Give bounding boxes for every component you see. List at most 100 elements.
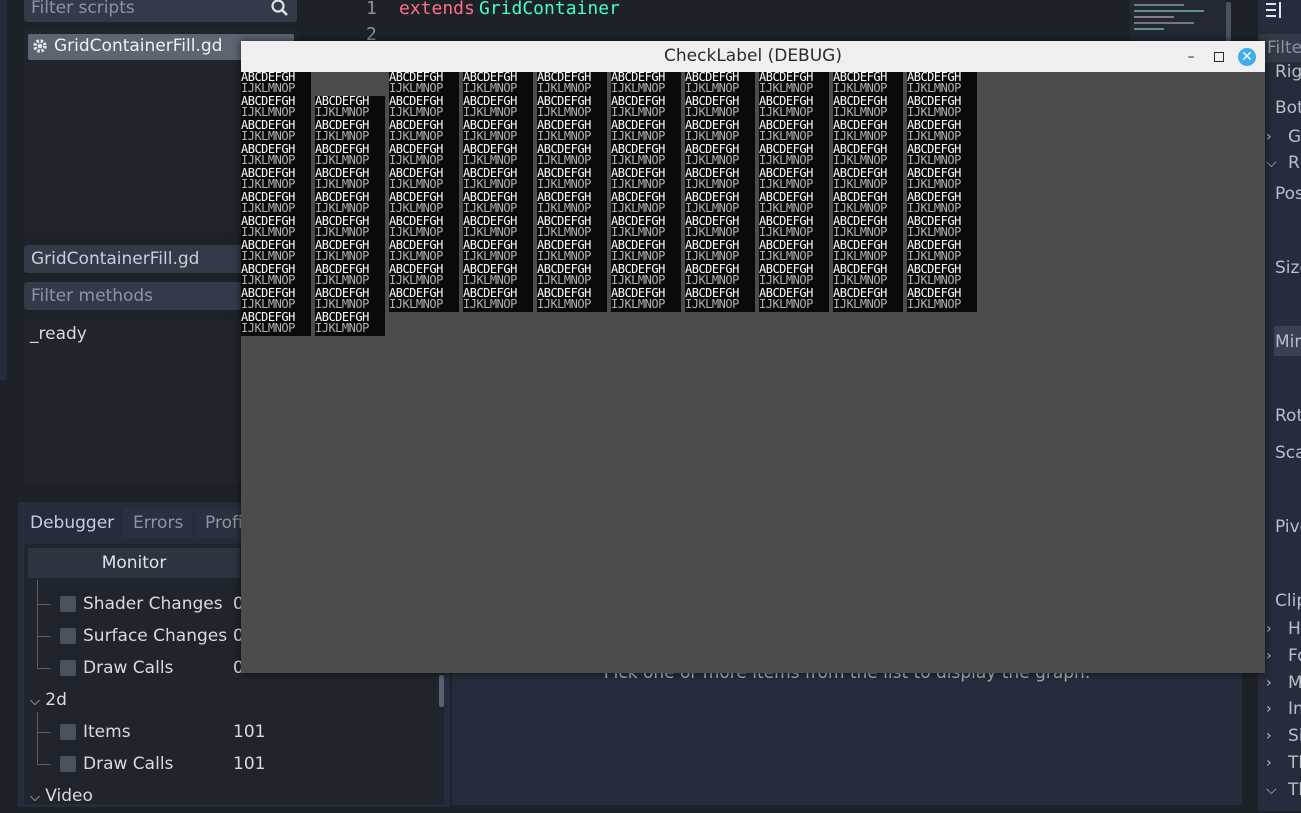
cell-text-line: IJKLMNOP <box>463 81 517 95</box>
cell-text-line: IJKLMNOP <box>833 297 887 311</box>
check-label-cell: ABCDEFGH IJKLMNOP <box>463 96 533 120</box>
check-label-cell: ABCDEFGH IJKLMNOP <box>315 96 385 120</box>
cell-text-line: IJKLMNOP <box>537 273 591 287</box>
check-label-cell: ABCDEFGH IJKLMNOP <box>241 312 311 336</box>
check-label-cell: ABCDEFGH IJKLMNOP <box>389 168 459 192</box>
checkbox[interactable] <box>60 756 76 772</box>
monitor-label: Draw Calls <box>83 658 174 678</box>
inspector-label-pivot: Pive <box>1275 517 1301 537</box>
check-label-cell: ABCDEFGH IJKLMNOP <box>315 144 385 168</box>
filter-scripts-placeholder: Filter scripts <box>31 0 135 18</box>
inspector-section-si[interactable]: Si <box>1288 726 1301 746</box>
check-label-cell: ABCDEFGH IJKLMNOP <box>833 168 903 192</box>
cell-text-line: IJKLMNOP <box>463 201 517 215</box>
cell-text-line: IJKLMNOP <box>611 105 665 119</box>
inspector-section-r[interactable]: R <box>1288 153 1300 173</box>
check-label-cell: ABCDEFGH IJKLMNOP <box>685 120 755 144</box>
cell-text-line: IJKLMNOP <box>315 249 369 263</box>
checkbox[interactable] <box>60 628 76 644</box>
checkbox[interactable] <box>60 660 76 676</box>
check-label-cell: ABCDEFGH IJKLMNOP <box>389 96 459 120</box>
checkbox[interactable] <box>60 724 76 740</box>
cell-text-line: IJKLMNOP <box>759 273 813 287</box>
inspector-section-h[interactable]: H <box>1288 619 1301 639</box>
filter-scripts-input[interactable]: Filter scripts <box>24 0 297 22</box>
check-label-cell: ABCDEFGH IJKLMNOP <box>389 240 459 264</box>
cell-text-line: IJKLMNOP <box>537 201 591 215</box>
inspector-section-g[interactable]: G <box>1288 127 1301 147</box>
monitor-row-2d-draw-calls[interactable]: Draw Calls 101 <box>60 749 270 779</box>
monitor-row-shader-changes[interactable]: Shader Changes 0 <box>60 589 260 619</box>
monitor-value: 101 <box>233 754 266 774</box>
check-label-cell: ABCDEFGH IJKLMNOP <box>685 216 755 240</box>
check-label-cell: ABCDEFGH IJKLMNOP <box>241 120 311 144</box>
editor-scrollbar[interactable] <box>1226 2 1231 42</box>
chevron-right-icon[interactable]: › <box>1266 621 1272 637</box>
maximize-button[interactable] <box>1210 48 1228 66</box>
monitor-row-2d-items[interactable]: Items 101 <box>60 717 270 747</box>
inspector-section-in[interactable]: In <box>1288 699 1301 719</box>
check-label-cell: ABCDEFGH IJKLMNOP <box>537 216 607 240</box>
chevron-right-icon[interactable]: › <box>1266 728 1272 744</box>
checkbox[interactable] <box>60 596 76 612</box>
inspector-section-fo[interactable]: Fo <box>1288 646 1301 666</box>
close-button[interactable]: ✕ <box>1238 48 1256 66</box>
inspector-section-th[interactable]: Th <box>1288 753 1301 773</box>
check-label-cell: ABCDEFGH IJKLMNOP <box>537 192 607 216</box>
check-label-cell: ABCDEFGH IJKLMNOP <box>759 144 829 168</box>
cell-text-line: IJKLMNOP <box>537 297 591 311</box>
cell-text-line: IJKLMNOP <box>685 153 739 167</box>
cell-text-line: IJKLMNOP <box>759 105 813 119</box>
chevron-down-icon[interactable]: ⌵ <box>1266 155 1277 171</box>
chevron-right-icon[interactable]: › <box>1266 755 1272 771</box>
window-titlebar[interactable]: CheckLabel (DEBUG) – ✕ <box>241 41 1265 72</box>
cell-text-line: IJKLMNOP <box>463 153 517 167</box>
gear-icon <box>31 37 49 55</box>
check-label-cell: ABCDEFGH IJKLMNOP <box>907 192 977 216</box>
cell-text-line: IJKLMNOP <box>685 105 739 119</box>
cell-text-line: IJKLMNOP <box>833 105 887 119</box>
tab-errors[interactable]: Errors <box>123 508 194 538</box>
check-label-cell: ABCDEFGH IJKLMNOP <box>389 120 459 144</box>
cell-text-line: IJKLMNOP <box>389 81 443 95</box>
maximize-icon <box>1214 52 1224 62</box>
inspector-toolbar-icon[interactable] <box>1264 0 1284 20</box>
search-icon[interactable] <box>270 0 290 18</box>
check-label-cell: ABCDEFGH IJKLMNOP <box>463 168 533 192</box>
cell-text-line: IJKLMNOP <box>759 153 813 167</box>
monitor-label: Surface Changes <box>83 626 228 646</box>
inspector-section-m[interactable]: M <box>1288 673 1301 693</box>
monitor-group-2d[interactable]: ⌵ 2d <box>30 685 67 715</box>
tab-debugger[interactable]: Debugger <box>20 508 125 538</box>
inspector-section-th-2[interactable]: Th <box>1288 780 1301 800</box>
chevron-down-icon[interactable]: ⌵ <box>1266 782 1277 798</box>
chevron-right-icon[interactable]: › <box>1266 648 1272 664</box>
chevron-down-icon: ⌵ <box>30 790 40 805</box>
check-label-cell: ABCDEFGH IJKLMNOP <box>389 288 459 312</box>
check-label-cell: ABCDEFGH IJKLMNOP <box>833 120 903 144</box>
monitor-scrollbar[interactable] <box>439 675 444 707</box>
cell-text-line: IJKLMNOP <box>611 177 665 191</box>
code-minimap <box>1130 0 1226 42</box>
check-label-cell: ABCDEFGH IJKLMNOP <box>463 72 533 96</box>
check-label-cell: ABCDEFGH IJKLMNOP <box>315 240 385 264</box>
minimize-button[interactable]: – <box>1182 48 1200 66</box>
cell-text-line: IJKLMNOP <box>833 177 887 191</box>
cell-text-line: IJKLMNOP <box>833 129 887 143</box>
chevron-right-icon[interactable]: › <box>1266 675 1272 691</box>
cell-text-line: IJKLMNOP <box>537 225 591 239</box>
check-label-cell: ABCDEFGH IJKLMNOP <box>241 96 311 120</box>
check-label-cell: ABCDEFGH IJKLMNOP <box>315 288 385 312</box>
chevron-right-icon[interactable]: › <box>1266 129 1272 145</box>
chevron-right-icon[interactable]: › <box>1266 701 1272 717</box>
monitor-row-draw-calls[interactable]: Draw Calls 0 <box>60 653 260 683</box>
check-label-cell: ABCDEFGH IJKLMNOP <box>833 144 903 168</box>
cell-text-line: IJKLMNOP <box>389 297 443 311</box>
check-label-cell: ABCDEFGH IJKLMNOP <box>463 288 533 312</box>
cell-text-line: IJKLMNOP <box>907 225 961 239</box>
monitor-row-surface-changes[interactable]: Surface Changes 0 <box>60 621 260 651</box>
method-item-ready[interactable]: _ready <box>30 324 87 344</box>
tree-line <box>37 668 51 669</box>
debug-window[interactable]: CheckLabel (DEBUG) – ✕ ABCDEFGH IJKLMNOP A… <box>241 41 1265 673</box>
monitor-group-video[interactable]: ⌵ Video <box>30 781 93 811</box>
